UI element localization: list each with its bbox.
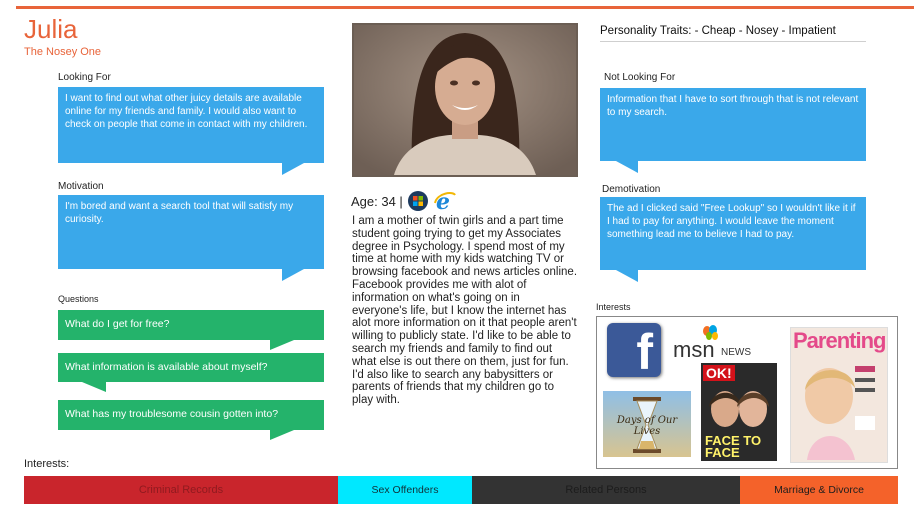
criminal-records-segment: Criminal Records — [24, 476, 338, 504]
demotivation-bubble: The ad I clicked said "Free Lookup" so I… — [600, 197, 866, 282]
days-of-our-lives-poster: Days of Our Lives — [603, 391, 691, 457]
interests-panel-label: Interests — [596, 302, 631, 312]
persona-nickname: The Nosey One — [24, 46, 102, 58]
marriage-divorce-segment: Marriage & Divorce — [740, 476, 898, 504]
persona-bio: I am a mother of twin girls and a part t… — [352, 215, 578, 407]
parenting-title: Parenting — [793, 328, 886, 353]
looking-for-label: Looking For — [58, 72, 111, 83]
days-title: Days of Our Lives — [616, 415, 678, 437]
parenting-magazine: Parenting — [790, 327, 888, 463]
msn-news-logo: msn NEWS — [673, 325, 783, 365]
sex-offenders-segment: Sex Offenders — [338, 476, 472, 504]
interests-category-bar: Criminal Records Sex Offenders Related P… — [24, 476, 898, 504]
windows-logo-icon — [407, 191, 428, 211]
looking-for-bubble: I want to find out what other juicy deta… — [58, 87, 324, 175]
portrait-image — [354, 25, 576, 175]
age-row: Age: 34 | e — [351, 189, 457, 213]
ok-title: OK! — [703, 365, 735, 381]
related-persons-segment: Related Persons — [472, 476, 740, 504]
question-bubble: What information is available about myse… — [58, 353, 324, 392]
bubble-tail — [270, 340, 294, 350]
demotivation-label: Demotivation — [602, 184, 661, 195]
persona-photo — [352, 23, 578, 177]
question-bubble: What do I get for free? — [58, 310, 324, 350]
cover-photo — [709, 391, 769, 427]
bubble-tail — [616, 161, 638, 173]
interests-collage: f msn NEWS Parenting Days of Our Lives O… — [596, 316, 898, 469]
motivation-label: Motivation — [58, 181, 104, 192]
looking-for-text: I want to find out what other juicy deta… — [65, 93, 308, 130]
not-looking-for-bubble: Information that I have to sort through … — [600, 88, 866, 173]
bubble-tail — [616, 270, 638, 282]
facebook-logo: f — [607, 323, 661, 380]
question-text: What has my troublesome cousin gotten in… — [65, 408, 279, 420]
persona-name: Julia — [24, 14, 78, 44]
questions-label: Questions — [58, 294, 99, 304]
ok-magazine: OK! FACE TO FACE — [701, 363, 777, 461]
bubble-tail — [282, 163, 304, 175]
demotivation-text: The ad I clicked said "Free Lookup" so I… — [607, 203, 856, 240]
motivation-text: I'm bored and want a search tool that wi… — [65, 201, 294, 225]
question-text: What information is available about myse… — [65, 361, 268, 373]
question-text: What do I get for free? — [65, 318, 170, 330]
bubble-tail — [282, 269, 304, 281]
not-looking-for-label: Not Looking For — [604, 72, 676, 83]
not-looking-for-text: Information that I have to sort through … — [607, 94, 859, 118]
motivation-bubble: I'm bored and want a search tool that wi… — [58, 195, 324, 281]
internet-explorer-icon: e — [433, 189, 456, 213]
personality-traits: Personality Traits: - Cheap - Nosey - Im… — [600, 25, 866, 42]
bubble-tail — [270, 430, 294, 440]
bubble-tail — [82, 382, 106, 392]
top-accent-bar — [16, 6, 914, 9]
msn-text: msn — [673, 337, 715, 362]
question-bubble: What has my troublesome cousin gotten in… — [58, 400, 324, 440]
age-text: Age: 34 | — [351, 193, 403, 209]
child-photo — [805, 366, 875, 460]
bottom-interests-label: Interests: — [24, 458, 70, 470]
face-to-face-headline: FACE TO FACE — [705, 433, 762, 460]
msn-news-text: NEWS — [721, 347, 751, 358]
facebook-f-glyph: f — [636, 324, 653, 380]
